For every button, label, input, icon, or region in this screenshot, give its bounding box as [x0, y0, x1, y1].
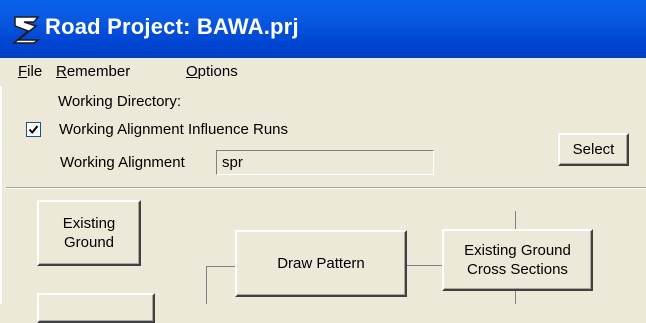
connector-line	[515, 211, 516, 230]
menu-file[interactable]: File	[18, 63, 42, 80]
section-divider	[6, 187, 646, 189]
existing-ground-cross-sections-button[interactable]: Existing Ground Cross Sections	[442, 229, 593, 291]
existing-ground-cross-sections-label: Existing Ground Cross Sections	[464, 242, 571, 278]
working-alignment-field[interactable]: spr	[216, 150, 434, 175]
connector-line	[515, 290, 516, 304]
connector-line	[206, 266, 236, 267]
working-directory-label: Working Directory:	[58, 93, 182, 110]
select-button[interactable]: Select	[558, 133, 629, 166]
menu-remember[interactable]: Remember	[56, 63, 130, 80]
menu-bar: File Remember Options	[0, 58, 646, 86]
working-alignment-label: Working Alignment	[60, 154, 185, 171]
flow-button-partial[interactable]	[37, 293, 155, 323]
title-bar[interactable]: Road Project: BAWA.prj	[0, 0, 646, 58]
app-logo-icon	[12, 16, 40, 44]
influence-runs-label: Working Alignment Influence Runs	[59, 121, 289, 138]
menu-options[interactable]: Options	[186, 63, 238, 80]
checkmark-icon	[28, 125, 39, 135]
existing-ground-button[interactable]: Existing Ground	[37, 200, 141, 266]
draw-pattern-button[interactable]: Draw Pattern	[235, 230, 407, 297]
connector-line	[407, 265, 443, 266]
existing-ground-label: Existing Ground	[62, 215, 116, 251]
connector-line	[206, 266, 207, 304]
influence-runs-checkbox[interactable]	[26, 122, 41, 137]
window-title: Road Project: BAWA.prj	[45, 14, 299, 39]
window-border	[0, 58, 2, 304]
